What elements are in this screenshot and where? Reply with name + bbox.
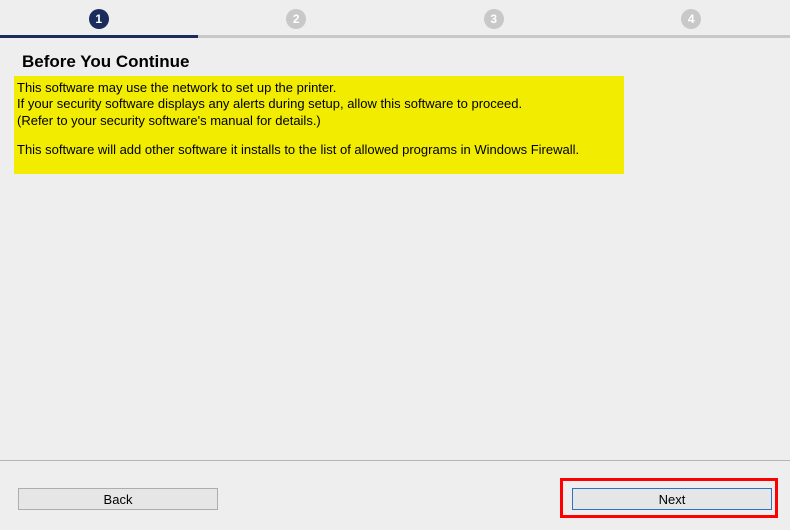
step-1: 1 bbox=[0, 0, 198, 38]
notice-line-3: (Refer to your security software's manua… bbox=[17, 113, 618, 129]
notice-box: This software may use the network to set… bbox=[14, 76, 624, 174]
content-area: Before You Continue This software may us… bbox=[0, 38, 790, 174]
step-4-circle: 4 bbox=[681, 9, 701, 29]
page-heading: Before You Continue bbox=[22, 52, 770, 72]
stepper-active-track bbox=[0, 35, 198, 38]
next-button[interactable]: Next bbox=[572, 488, 772, 510]
step-2-circle: 2 bbox=[286, 9, 306, 29]
footer-divider bbox=[0, 460, 790, 461]
step-3: 3 bbox=[395, 0, 593, 38]
notice-line-4: This software will add other software it… bbox=[17, 142, 618, 158]
wizard-stepper: 1 2 3 4 bbox=[0, 0, 790, 38]
back-button[interactable]: Back bbox=[18, 488, 218, 510]
step-4: 4 bbox=[593, 0, 790, 38]
step-2: 2 bbox=[198, 0, 396, 38]
step-1-circle: 1 bbox=[89, 9, 109, 29]
notice-line-1: This software may use the network to set… bbox=[17, 80, 618, 96]
step-3-circle: 3 bbox=[484, 9, 504, 29]
notice-line-2: If your security software displays any a… bbox=[17, 96, 618, 112]
footer-bar: Back Next bbox=[0, 488, 790, 510]
